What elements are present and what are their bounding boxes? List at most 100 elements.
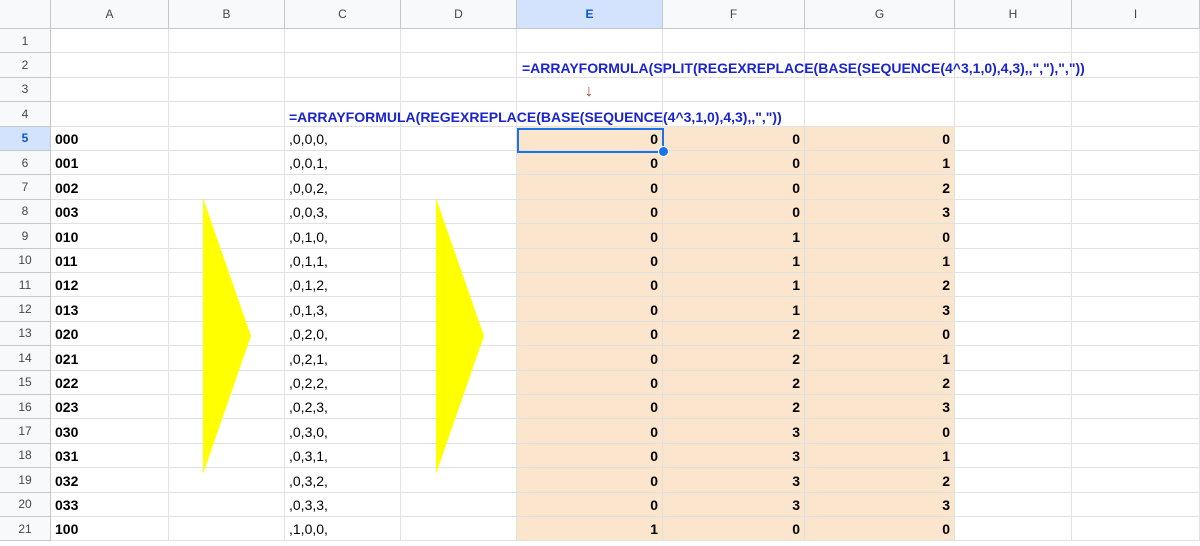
cell-b16[interactable]: [169, 395, 285, 420]
cell-e9[interactable]: 0: [517, 224, 663, 249]
cell-b2[interactable]: [169, 53, 285, 78]
cell-d14[interactable]: [401, 346, 517, 371]
cell-d17[interactable]: [401, 419, 517, 444]
cell-c19[interactable]: ,0,3,2,: [285, 468, 401, 493]
cell-a9[interactable]: 010: [51, 224, 169, 249]
cell-i14[interactable]: [1072, 346, 1200, 371]
row-header-3[interactable]: 3: [0, 77, 51, 103]
cell-i20[interactable]: [1072, 492, 1200, 517]
cell-f10[interactable]: 1: [663, 248, 805, 273]
cell-b5[interactable]: [169, 126, 285, 151]
column-header-b[interactable]: B: [169, 0, 285, 29]
cell-f19[interactable]: 3: [663, 468, 805, 493]
cell-e19[interactable]: 0: [517, 468, 663, 493]
cell-f1[interactable]: [663, 29, 805, 54]
cell-e16[interactable]: 0: [517, 395, 663, 420]
cell-h4[interactable]: [955, 102, 1072, 127]
cell-c21[interactable]: ,1,0,0,: [285, 517, 401, 542]
cell-c8[interactable]: ,0,0,3,: [285, 199, 401, 225]
cell-c2[interactable]: [285, 53, 401, 78]
cell-d8[interactable]: [401, 199, 517, 225]
cell-g10[interactable]: 1: [805, 248, 955, 273]
select-all-corner[interactable]: [0, 0, 51, 29]
cell-d16[interactable]: [401, 395, 517, 420]
column-header-h[interactable]: H: [955, 0, 1072, 29]
cell-a16[interactable]: 023: [51, 395, 169, 420]
cell-g5[interactable]: 0: [805, 126, 955, 151]
cell-d9[interactable]: [401, 224, 517, 249]
row-header-12[interactable]: 12: [0, 297, 51, 322]
cell-f20[interactable]: 3: [663, 492, 805, 517]
row-header-21[interactable]: 21: [0, 517, 51, 542]
cell-g13[interactable]: 0: [805, 321, 955, 347]
cell-h7[interactable]: [955, 175, 1072, 200]
row-header-14[interactable]: 14: [0, 346, 51, 371]
cell-e10[interactable]: 0: [517, 248, 663, 273]
cell-d18[interactable]: [401, 443, 517, 469]
row-header-6[interactable]: 6: [0, 151, 51, 176]
cell-g21[interactable]: 0: [805, 517, 955, 542]
cell-h16[interactable]: [955, 395, 1072, 420]
cell-d19[interactable]: [401, 468, 517, 493]
cell-i6[interactable]: [1072, 151, 1200, 176]
cell-f9[interactable]: 1: [663, 224, 805, 249]
row-header-2[interactable]: 2: [0, 53, 51, 78]
cell-a4[interactable]: [51, 102, 169, 127]
cell-h14[interactable]: [955, 346, 1072, 371]
cell-i16[interactable]: [1072, 395, 1200, 420]
cell-h6[interactable]: [955, 151, 1072, 176]
cell-a12[interactable]: 013: [51, 297, 169, 322]
cell-a3[interactable]: [51, 77, 169, 103]
cell-i5[interactable]: [1072, 126, 1200, 151]
row-header-9[interactable]: 9: [0, 224, 51, 249]
cell-a20[interactable]: 033: [51, 492, 169, 517]
cell-h8[interactable]: [955, 199, 1072, 225]
cell-h3[interactable]: [955, 77, 1072, 103]
cell-g1[interactable]: [805, 29, 955, 54]
cell-b12[interactable]: [169, 297, 285, 322]
column-header-a[interactable]: A: [51, 0, 169, 29]
cell-c18[interactable]: ,0,3,1,: [285, 443, 401, 469]
cell-g9[interactable]: 0: [805, 224, 955, 249]
cell-b8[interactable]: [169, 199, 285, 225]
column-header-f[interactable]: F: [663, 0, 805, 29]
column-header-g[interactable]: G: [805, 0, 955, 29]
row-header-16[interactable]: 16: [0, 395, 51, 420]
cell-b4[interactable]: [169, 102, 285, 127]
cell-g3[interactable]: [805, 77, 955, 103]
cell-b6[interactable]: [169, 151, 285, 176]
cell-a2[interactable]: [51, 53, 169, 78]
cell-b13[interactable]: [169, 321, 285, 347]
cell-h12[interactable]: [955, 297, 1072, 322]
cell-i12[interactable]: [1072, 297, 1200, 322]
cell-f3[interactable]: [663, 77, 805, 103]
cell-i19[interactable]: [1072, 468, 1200, 493]
fill-handle[interactable]: [658, 146, 669, 157]
cell-f16[interactable]: 2: [663, 395, 805, 420]
cell-g15[interactable]: 2: [805, 370, 955, 395]
cell-c15[interactable]: ,0,2,2,: [285, 370, 401, 395]
cell-a7[interactable]: 002: [51, 175, 169, 200]
cell-f8[interactable]: 0: [663, 199, 805, 225]
cell-c5[interactable]: ,0,0,0,: [285, 126, 401, 151]
column-header-d[interactable]: D: [401, 0, 517, 29]
cell-g16[interactable]: 3: [805, 395, 955, 420]
cell-h1[interactable]: [955, 29, 1072, 54]
cell-g12[interactable]: 3: [805, 297, 955, 322]
spreadsheet-grid[interactable]: ABCDEFGHI 1 2 3 4 5 6 7 8 9 10 11 12 13 14 15 16 17 18 19 2…: [0, 0, 1200, 546]
cell-h17[interactable]: [955, 419, 1072, 444]
cell-i15[interactable]: [1072, 370, 1200, 395]
column-header-c[interactable]: C: [285, 0, 401, 29]
cell-f18[interactable]: 3: [663, 443, 805, 469]
cell-a11[interactable]: 012: [51, 273, 169, 298]
cell-g4[interactable]: [805, 102, 955, 127]
cell-d13[interactable]: [401, 321, 517, 347]
cell-f15[interactable]: 2: [663, 370, 805, 395]
cell-g20[interactable]: 3: [805, 492, 955, 517]
cell-c20[interactable]: ,0,3,3,: [285, 492, 401, 517]
cell-b20[interactable]: [169, 492, 285, 517]
row-header-15[interactable]: 15: [0, 370, 51, 395]
cell-i18[interactable]: [1072, 443, 1200, 469]
cell-d12[interactable]: [401, 297, 517, 322]
cell-b9[interactable]: [169, 224, 285, 249]
